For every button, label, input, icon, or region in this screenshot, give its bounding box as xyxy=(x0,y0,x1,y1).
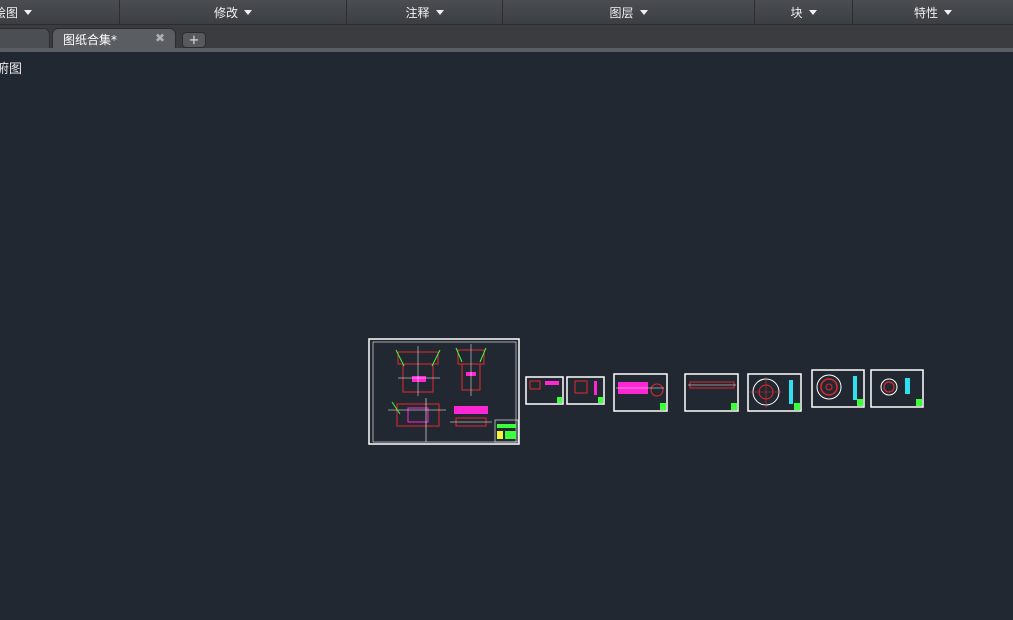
drawing-sheet-part-2[interactable] xyxy=(525,376,564,405)
drawing-sheet-assembly[interactable] xyxy=(368,338,520,445)
ribbon-panel-properties[interactable]: 特性 xyxy=(853,0,1013,24)
ribbon-panel-layers[interactable]: 图层 xyxy=(503,0,755,24)
chevron-down-icon xyxy=(808,9,817,15)
ribbon-panel-label: 图层 xyxy=(609,5,634,20)
drawing-canvas[interactable] xyxy=(0,52,1013,620)
file-tab-previous[interactable] xyxy=(0,28,50,50)
drawing-sheet-part-4[interactable] xyxy=(613,373,668,412)
chevron-down-icon xyxy=(244,9,252,15)
drawing-sheet-part-7[interactable] xyxy=(811,369,865,408)
ribbon-panel-annotate[interactable]: 注释 xyxy=(347,0,503,24)
chevron-down-icon xyxy=(639,9,648,15)
ribbon-panel-block[interactable]: 块 xyxy=(755,0,853,24)
ribbon-panel-label: 特性 xyxy=(913,5,938,20)
ribbon-panel-modify[interactable]: 修改 xyxy=(120,0,347,24)
ribbon-panel-label: 修改 xyxy=(213,5,238,20)
ribbon-panel-bar: 绘图 修改 注释 图层 块 特性 xyxy=(0,0,1013,25)
file-tab-active[interactable]: 图纸合集* ✖ xyxy=(52,28,176,50)
plus-icon: + xyxy=(188,32,200,48)
chevron-down-icon xyxy=(435,9,444,15)
ribbon-panel-label: 块 xyxy=(790,5,803,20)
drawing-sheet-part-8[interactable] xyxy=(870,369,924,408)
ribbon-panel-draw[interactable]: 绘图 xyxy=(0,0,120,24)
chevron-down-icon xyxy=(944,9,952,15)
drawing-sheet-part-6[interactable] xyxy=(747,373,802,412)
close-icon[interactable]: ✖ xyxy=(155,31,165,45)
ribbon-panel-label: 绘图 xyxy=(0,5,19,20)
ribbon-panel-label: 注释 xyxy=(405,5,430,20)
new-tab-button[interactable]: + xyxy=(182,32,206,48)
file-tab-label: 图纸合集* xyxy=(63,32,118,47)
chevron-down-icon xyxy=(24,9,33,15)
drawing-sheet-part-5[interactable] xyxy=(684,373,739,412)
drawing-sheet-part-3[interactable] xyxy=(566,376,605,405)
